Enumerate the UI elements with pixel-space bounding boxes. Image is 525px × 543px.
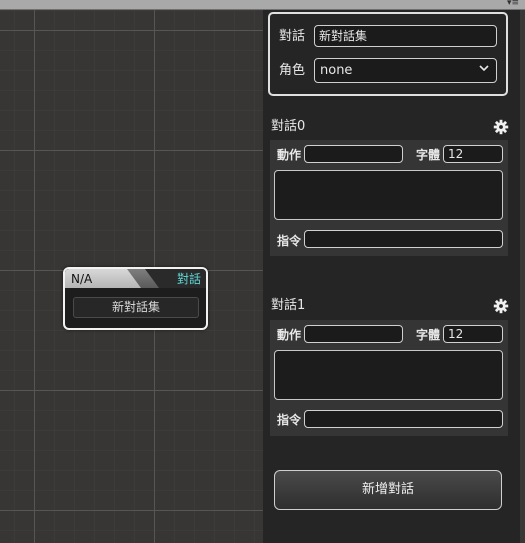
node-type-label: 對話	[176, 272, 201, 286]
font-label: 字體	[416, 148, 441, 162]
command-label: 指令	[277, 413, 302, 427]
name-label: 對話	[279, 29, 306, 44]
action-label: 動作	[277, 148, 302, 162]
role-select-value: none	[320, 63, 353, 78]
dialog-text-area[interactable]	[274, 350, 503, 400]
top-toolbar: ▾≡	[0, 0, 525, 10]
font-label: 字體	[416, 328, 441, 342]
action-input[interactable]	[304, 145, 403, 163]
dialog-0-title: 對話0	[271, 119, 306, 134]
gear-icon[interactable]	[493, 119, 509, 135]
node-dialog-set-button[interactable]: 新對話集	[73, 297, 199, 318]
font-size-input[interactable]: 12	[443, 145, 503, 163]
dialog-text-area[interactable]	[274, 170, 503, 220]
node-header[interactable]: N/A 對話	[65, 269, 206, 288]
command-input[interactable]	[304, 410, 503, 428]
font-size-input[interactable]: 12	[443, 325, 503, 343]
role-select[interactable]: none	[314, 58, 497, 83]
command-input[interactable]	[304, 230, 503, 248]
role-label: 角色	[279, 63, 306, 78]
action-input[interactable]	[304, 325, 403, 343]
gear-icon[interactable]	[493, 298, 509, 314]
dialog-1-title: 對話1	[271, 298, 306, 313]
dialog-set-name-input[interactable]: 新對話集	[314, 25, 497, 47]
command-label: 指令	[277, 234, 302, 248]
add-dialog-button[interactable]: 新增對話	[274, 470, 502, 510]
chevron-down-icon	[479, 65, 489, 72]
dialog-node[interactable]: N/A 對話 新對話集	[63, 267, 208, 330]
editor-window: ▾≡ N/A 對話 新對話集 對話 新對話集 角色 none 對話0 動作 字體…	[0, 0, 525, 543]
dropdown-menu-icon[interactable]: ▾≡	[507, 0, 519, 9]
action-label: 動作	[277, 328, 302, 342]
node-title: N/A	[71, 272, 93, 286]
